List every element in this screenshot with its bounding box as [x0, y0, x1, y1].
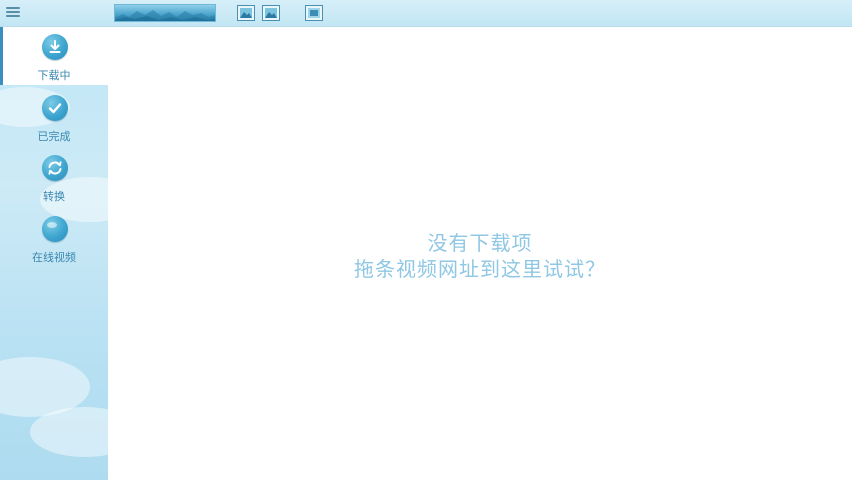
top-toolbar — [0, 0, 852, 27]
sidebar-item-label: 下载中 — [37, 69, 71, 82]
sidebar-item-completed[interactable]: 已完成 — [0, 88, 108, 146]
check-icon — [42, 95, 68, 121]
image-icon[interactable] — [262, 5, 280, 21]
hamburger-menu-icon[interactable] — [6, 5, 20, 19]
sidebar-item-label: 已完成 — [37, 130, 71, 143]
download-icon — [42, 34, 68, 60]
image-icon[interactable] — [237, 5, 255, 21]
sidebar: 下载中 已完成 转换 在线视频 — [0, 27, 108, 480]
sidebar-item-label: 转换 — [43, 190, 65, 203]
sidebar-item-convert[interactable]: 转换 — [0, 148, 108, 206]
empty-state-title: 没有下载项 — [427, 231, 533, 255]
empty-state-hint: 拖条视频网址到这里试试？ — [354, 257, 606, 281]
image-icon[interactable] — [305, 5, 323, 21]
download-list-area[interactable]: 没有下载项 拖条视频网址到这里试试？ — [108, 27, 852, 480]
sidebar-item-downloading[interactable]: 下载中 — [0, 27, 108, 85]
app-logo-banner — [114, 4, 216, 22]
sidebar-item-online-video[interactable]: 在线视频 — [0, 209, 108, 267]
globe-icon — [42, 216, 68, 242]
sidebar-item-label: 在线视频 — [32, 251, 76, 264]
convert-icon — [42, 155, 68, 181]
